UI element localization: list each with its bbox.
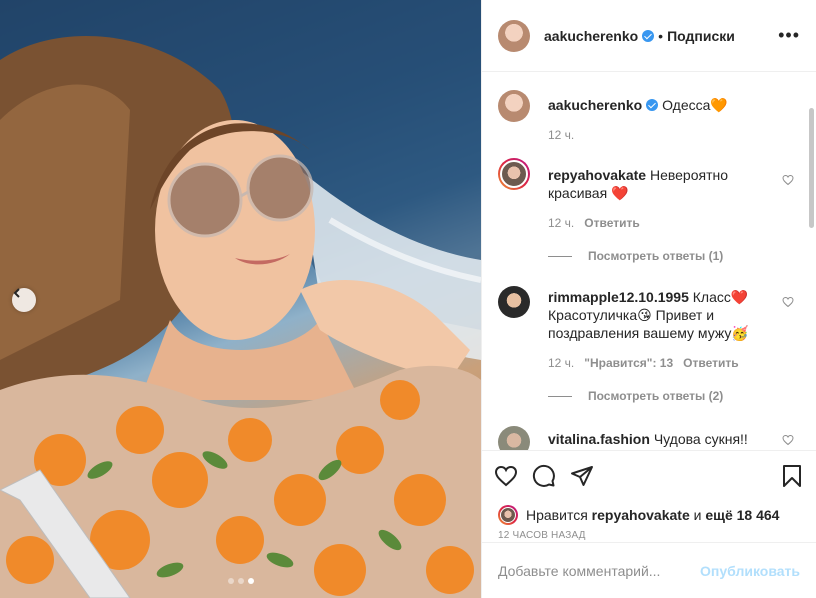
heart-icon[interactable] — [494, 464, 518, 488]
liker-avatar[interactable] — [498, 505, 518, 525]
caption-avatar[interactable] — [498, 90, 530, 122]
likes-prefix: Нравится — [526, 507, 588, 523]
caption-text-block: aakucherenko Одесса🧡 — [548, 90, 728, 114]
comment-text-block: vitalina.fashion Чудова сукня!! — [548, 426, 748, 448]
likes-count[interactable]: ещё 18 464 — [705, 507, 779, 523]
carousel-dot-active — [247, 578, 254, 584]
bookmark-icon[interactable] — [780, 464, 804, 488]
verified-badge-icon — [642, 29, 655, 42]
view-replies-button[interactable]: Посмотреть ответы (1) — [548, 249, 723, 263]
comment-meta: 12 ч. "Нравится": 13 Ответить — [548, 356, 739, 370]
comment-text: Красотуличка — [548, 307, 638, 323]
post-header: aakucherenko • Подписки ••• — [482, 0, 816, 72]
kiss-emoji: 😘 — [637, 307, 652, 323]
reply-button[interactable]: Ответить — [683, 356, 738, 370]
comment-avatar[interactable] — [498, 158, 530, 190]
like-comment-heart-icon[interactable] — [782, 174, 794, 186]
comment-text-block: repyahovakate Невероятно красивая ❤️ — [548, 158, 786, 202]
comment-avatar[interactable] — [498, 286, 530, 318]
comment-text: Класс — [692, 289, 731, 305]
post-side-panel: aakucherenko • Подписки ••• aakucherenko… — [481, 0, 816, 598]
comments-scrollbar[interactable] — [809, 108, 814, 228]
comment-text-block: rimmapple12.10.1995 Класс❤️ Красотуличка… — [548, 286, 786, 342]
publish-button[interactable]: Опубликовать — [700, 563, 800, 579]
separator-dot: • — [658, 27, 664, 44]
liker-username[interactable]: repyahovakate — [592, 507, 690, 523]
carousel-dot — [227, 578, 234, 584]
post-modal: aakucherenko • Подписки ••• aakucherenko… — [0, 0, 816, 598]
likes-summary: Нравится repyahovakate и ещё 18 464 — [482, 500, 816, 530]
post-actions-bar — [482, 450, 816, 500]
red-heart-emoji: ❤️ — [730, 289, 749, 305]
verified-badge-icon — [646, 99, 659, 111]
likes-middle: и — [693, 507, 702, 523]
comment-likes-count[interactable]: "Нравится": 13 — [584, 356, 673, 370]
author-avatar[interactable] — [498, 19, 530, 52]
comment-username[interactable]: repyahovakate — [548, 167, 646, 183]
author-username[interactable]: aakucherenko — [544, 28, 638, 44]
caption-text: Одесса — [662, 97, 711, 113]
comment-time: 12 ч. — [548, 216, 575, 230]
view-replies-button[interactable]: Посмотреть ответы (2) — [548, 389, 723, 403]
add-comment-bar: Опубликовать — [482, 542, 816, 598]
chevron-left-icon — [13, 288, 20, 298]
reply-button[interactable]: Ответить — [584, 216, 639, 230]
comment-item: vitalina.fashion Чудова сукня!! — [498, 426, 786, 450]
red-heart-emoji: ❤️ — [611, 185, 629, 201]
following-button[interactable]: Подписки — [667, 28, 735, 44]
comment-avatar[interactable] — [498, 426, 530, 450]
orange-heart-emoji: 🧡 — [710, 97, 728, 113]
carousel-prev-button[interactable] — [12, 288, 36, 312]
carousel-indicator — [227, 578, 254, 584]
carousel-dot — [237, 578, 244, 584]
like-comment-heart-icon[interactable] — [782, 296, 794, 308]
photo-illustration — [0, 0, 481, 598]
comment-item: rimmapple12.10.1995 Класс❤️ Красотуличка… — [498, 286, 786, 342]
caption-time: 12 ч. — [548, 128, 575, 142]
party-emoji: 🥳 — [731, 325, 749, 341]
comment-meta: 12 ч. Ответить — [548, 216, 640, 230]
comment-icon[interactable] — [532, 464, 556, 488]
comment-item: repyahovakate Невероятно красивая ❤️ — [498, 158, 786, 202]
comment-time: 12 ч. — [548, 356, 575, 370]
share-icon[interactable] — [570, 464, 594, 488]
comments-list[interactable]: aakucherenko Одесса🧡 12 ч. repyahovakate… — [482, 72, 816, 450]
like-comment-heart-icon[interactable] — [782, 434, 794, 446]
comment-username[interactable]: vitalina.fashion — [548, 431, 650, 447]
post-photo[interactable] — [0, 0, 481, 598]
comment-input[interactable] — [498, 562, 701, 579]
caption-username[interactable]: aakucherenko — [548, 97, 642, 113]
comment-username[interactable]: rimmapple12.10.1995 — [548, 289, 689, 305]
comment-text: Чудова сукня!! — [653, 431, 748, 447]
more-options-icon[interactable]: ••• — [778, 25, 800, 46]
caption: aakucherenko Одесса🧡 — [498, 90, 786, 122]
